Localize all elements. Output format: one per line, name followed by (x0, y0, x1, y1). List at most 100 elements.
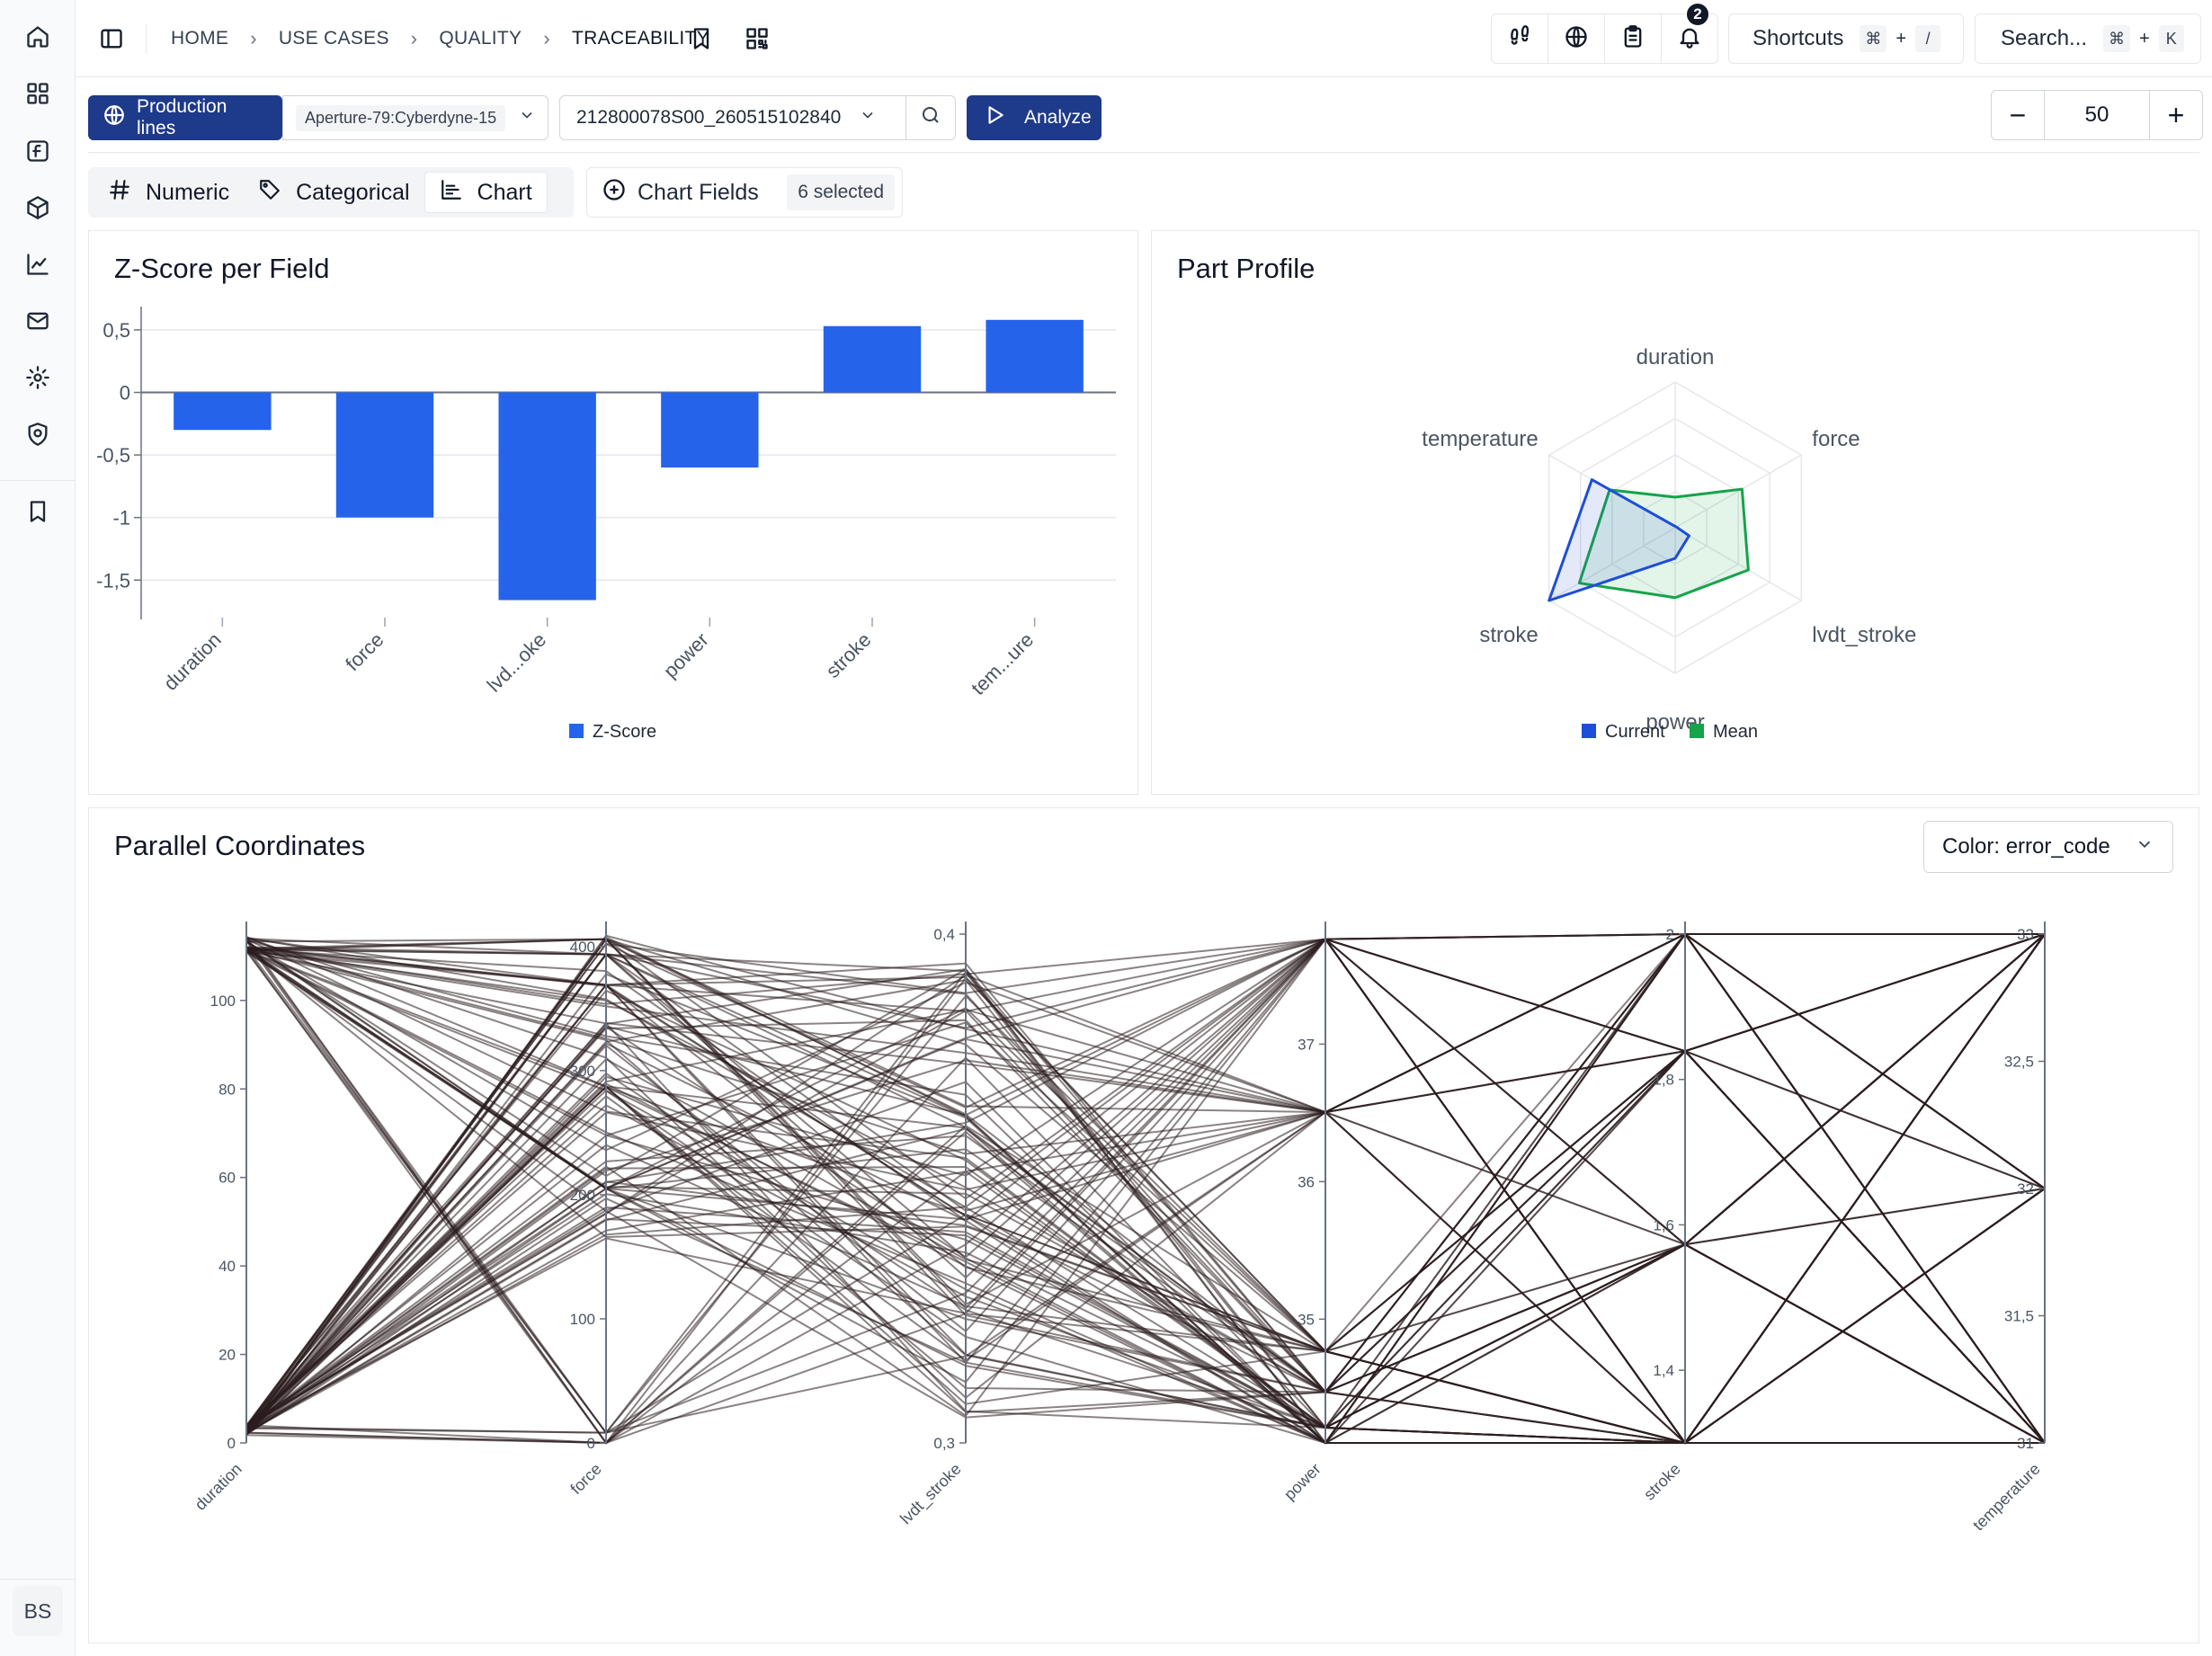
decrement-button[interactable]: − (1992, 91, 2044, 139)
legend-label-mean: Mean (1713, 722, 1758, 742)
production-line-select[interactable]: Aperture-79:Cyberdyne-15 (282, 95, 549, 140)
quantity-value[interactable]: 50 (2044, 91, 2150, 139)
quantity-stepper: − 50 + (1991, 90, 2203, 140)
bookmark-icon[interactable] (20, 494, 56, 530)
footprints-icon (1507, 24, 1532, 54)
axis-tick-label: 1,4 (1653, 1362, 1674, 1379)
zscore-card: Z-Score per Field 0,5 0 -0,5 -1 -1,5 duration… (88, 230, 1138, 795)
bar-3 (661, 392, 759, 467)
axis-tick-label: 31 (2017, 1435, 2034, 1452)
search-part-button[interactable] (905, 95, 956, 140)
tab-chart[interactable]: Chart (424, 172, 548, 213)
breadcrumb-home[interactable]: HOME (171, 28, 228, 49)
settings-icon[interactable] (20, 360, 56, 396)
part-profile-card: Part Profile duration force lvdt_stroke pow… (1151, 230, 2199, 795)
tab-numeric[interactable]: Numeric (94, 172, 244, 213)
sidebar: BS (0, 0, 76, 1656)
mail-icon[interactable] (20, 303, 56, 339)
axis-tick-label: 300 (570, 1063, 595, 1080)
bell-icon (1677, 24, 1702, 54)
legend-swatch-mean (1690, 724, 1704, 738)
globe-icon (103, 103, 126, 132)
axis-tick-label: 37 (1298, 1036, 1315, 1053)
axis-tick-label: 80 (219, 1081, 236, 1098)
chevron-down-icon (859, 106, 877, 129)
x-tick-label: power (659, 628, 713, 682)
home-icon[interactable] (20, 19, 56, 55)
chart-fields-button[interactable]: Chart Fields 6 selected (586, 167, 903, 218)
notifications-button[interactable]: 2 (1661, 2, 1718, 64)
clipboard-button[interactable] (1604, 13, 1662, 64)
clipboard-icon (1620, 24, 1646, 54)
axis-tick-label: 32,5 (2004, 1054, 2034, 1071)
production-lines-button[interactable]: Production lines (88, 95, 282, 140)
qr-code-icon[interactable] (739, 21, 775, 57)
k-key: K (2158, 25, 2184, 52)
part-profile-radar-chart: durationforcelvdt_strokepowerstroketempe… (1422, 345, 1916, 742)
bar-4 (823, 325, 922, 393)
plus-circle-icon (602, 177, 627, 209)
data-line (245, 933, 2045, 1434)
y-tick-label: 0 (120, 382, 130, 405)
view-tabs: Numeric Categorical Chart (88, 167, 574, 218)
legend-swatch-zscore (569, 724, 584, 738)
radar-axis-label: force (1812, 427, 1860, 451)
avatar[interactable]: BS (13, 1586, 63, 1636)
x-tick-label: tem...ure (967, 628, 1038, 699)
increment-button[interactable]: + (2150, 91, 2202, 139)
part-id-select[interactable]: 212800078S00_260515102840 (559, 95, 906, 140)
data-line (245, 967, 2046, 1444)
command-key: ⌘ (2103, 25, 2131, 52)
chart-line-icon[interactable] (20, 246, 56, 282)
shortcuts-button[interactable]: Shortcuts ⌘ + / (1728, 13, 1964, 64)
axis-tick-label: 35 (1298, 1311, 1315, 1328)
breadcrumb-use-cases[interactable]: USE CASES (279, 28, 389, 49)
legend-label-zscore: Z-Score (593, 722, 656, 742)
tab-chart-label: Chart (477, 179, 532, 205)
parallel-coordinates-card: Parallel Coordinates Color: error_code 0… (88, 807, 2199, 1643)
breadcrumb-quality[interactable]: QUALITY (439, 28, 522, 49)
sidebar-divider (0, 480, 76, 481)
axis-label-temperature: temperature (1969, 1460, 2044, 1535)
plus-sign: + (1895, 28, 1907, 49)
plus-sign: + (2139, 28, 2150, 49)
bar-1 (335, 392, 434, 518)
x-tick-label: force (341, 628, 388, 675)
axis-tick-label: 100 (210, 993, 236, 1010)
analyze-button[interactable]: Analyze (967, 95, 1102, 140)
sidebar-divider (0, 1579, 76, 1580)
part-id-value: 212800078S00_260515102840 (576, 107, 842, 128)
sidebar-toggle-icon[interactable] (94, 21, 129, 57)
data-line (245, 933, 2046, 1435)
cube-icon[interactable] (20, 190, 56, 226)
search-label: Search... (2001, 26, 2088, 50)
bar-5 (986, 319, 1084, 393)
production-lines-label: Production lines (137, 96, 227, 138)
zscore-bar-chart: 0,5 0 -0,5 -1 -1,5 duration force lvd...oke powe… (96, 307, 1116, 742)
tab-numeric-label: Numeric (146, 179, 230, 205)
axis-tick-label: 0,3 (933, 1435, 955, 1452)
search-button[interactable]: Search... ⌘ + K (1975, 13, 2201, 64)
shield-icon[interactable] (20, 416, 56, 452)
command-key: ⌘ (1860, 25, 1887, 52)
data-line (245, 933, 2045, 1436)
axis-tick-label: 0 (227, 1435, 236, 1452)
bookmark-page-icon[interactable] (683, 21, 719, 57)
y-tick-label: -0,5 (96, 444, 130, 467)
y-tick-label: 0,5 (103, 319, 130, 342)
function-icon[interactable] (20, 133, 56, 169)
axis-tick-label: 0 (587, 1435, 595, 1452)
bar-chart-icon (440, 178, 463, 208)
axis-label-lvdt_stroke: lvdt_stroke (896, 1460, 965, 1528)
tab-categorical[interactable]: Categorical (244, 172, 424, 213)
language-button[interactable] (1548, 13, 1605, 64)
grid-icon[interactable] (20, 76, 56, 111)
slash-key: / (1915, 25, 1941, 52)
axis-tick-label: 1,8 (1653, 1072, 1674, 1089)
breadcrumb: HOME › USE CASES › QUALITY › TRACEABILIT… (171, 0, 709, 77)
radar-axis-label: stroke (1479, 623, 1538, 647)
y-tick-label: -1 (112, 507, 130, 530)
selected-count-badge: 6 selected (787, 174, 895, 210)
axis-tick-label: 0,4 (933, 926, 955, 943)
footprints-button[interactable] (1491, 13, 1548, 64)
